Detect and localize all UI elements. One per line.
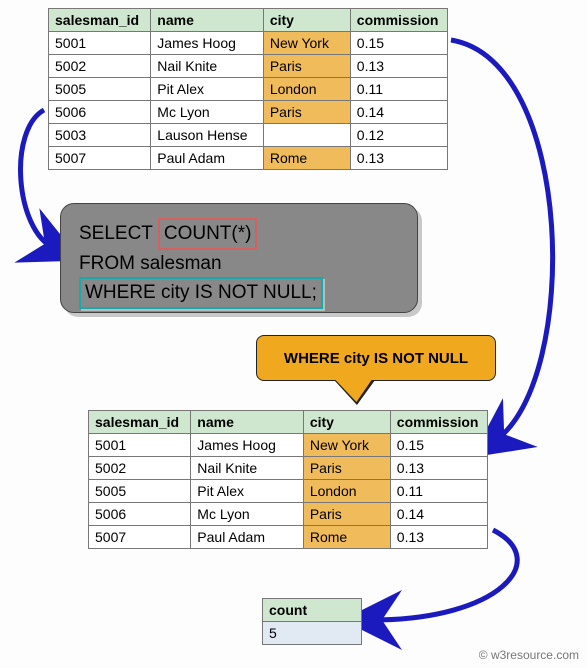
- table-row: 5005 Pit Alex London 0.11: [89, 480, 488, 503]
- table-row: 5001 James Hoog New York 0.15: [89, 434, 488, 457]
- source-table: salesman_id name city commission 5001 Ja…: [48, 8, 448, 170]
- table-row: 5002 Nail Knite Paris 0.13: [89, 457, 488, 480]
- col-commission: commission: [390, 411, 487, 434]
- sql-line-2: FROM salesman: [79, 250, 399, 278]
- table-row: 5007 Paul Adam Rome 0.13: [49, 147, 448, 170]
- where-callout: WHERE city IS NOT NULL: [256, 335, 496, 381]
- count-result-table: count 5: [262, 598, 362, 645]
- table-row: 5007 Paul Adam Rome 0.13: [89, 526, 488, 549]
- sql-line-3: WHERE city IS NOT NULL;: [79, 277, 399, 309]
- count-value: 5: [263, 622, 362, 645]
- col-city: city: [303, 411, 390, 434]
- table-row: 5006 Mc Lyon Paris 0.14: [49, 101, 448, 124]
- col-city: city: [263, 9, 350, 32]
- watermark: © w3resource.com: [479, 648, 579, 662]
- table-row: 5005 Pit Alex London 0.11: [49, 78, 448, 101]
- sql-query-box: SELECT COUNT(*) FROM salesman WHERE city…: [60, 203, 418, 313]
- col-salesman-id: salesman_id: [89, 411, 191, 434]
- table-row: 5001 James Hoog New York 0.15: [49, 32, 448, 55]
- col-name: name: [151, 9, 264, 32]
- table-row: 5002 Nail Knite Paris 0.13: [49, 55, 448, 78]
- table-row: 5006 Mc Lyon Paris 0.14: [89, 503, 488, 526]
- filtered-table: salesman_id name city commission 5001 Ja…: [88, 410, 488, 549]
- col-salesman-id: salesman_id: [49, 9, 151, 32]
- count-header: count: [263, 599, 362, 622]
- sql-line-1: SELECT COUNT(*): [79, 218, 399, 250]
- col-commission: commission: [350, 9, 447, 32]
- count-highlight: COUNT(*): [158, 218, 258, 250]
- col-name: name: [191, 411, 304, 434]
- where-highlight: WHERE city IS NOT NULL;: [79, 277, 323, 309]
- table-row: 5003 Lauson Hense 0.12: [49, 124, 448, 147]
